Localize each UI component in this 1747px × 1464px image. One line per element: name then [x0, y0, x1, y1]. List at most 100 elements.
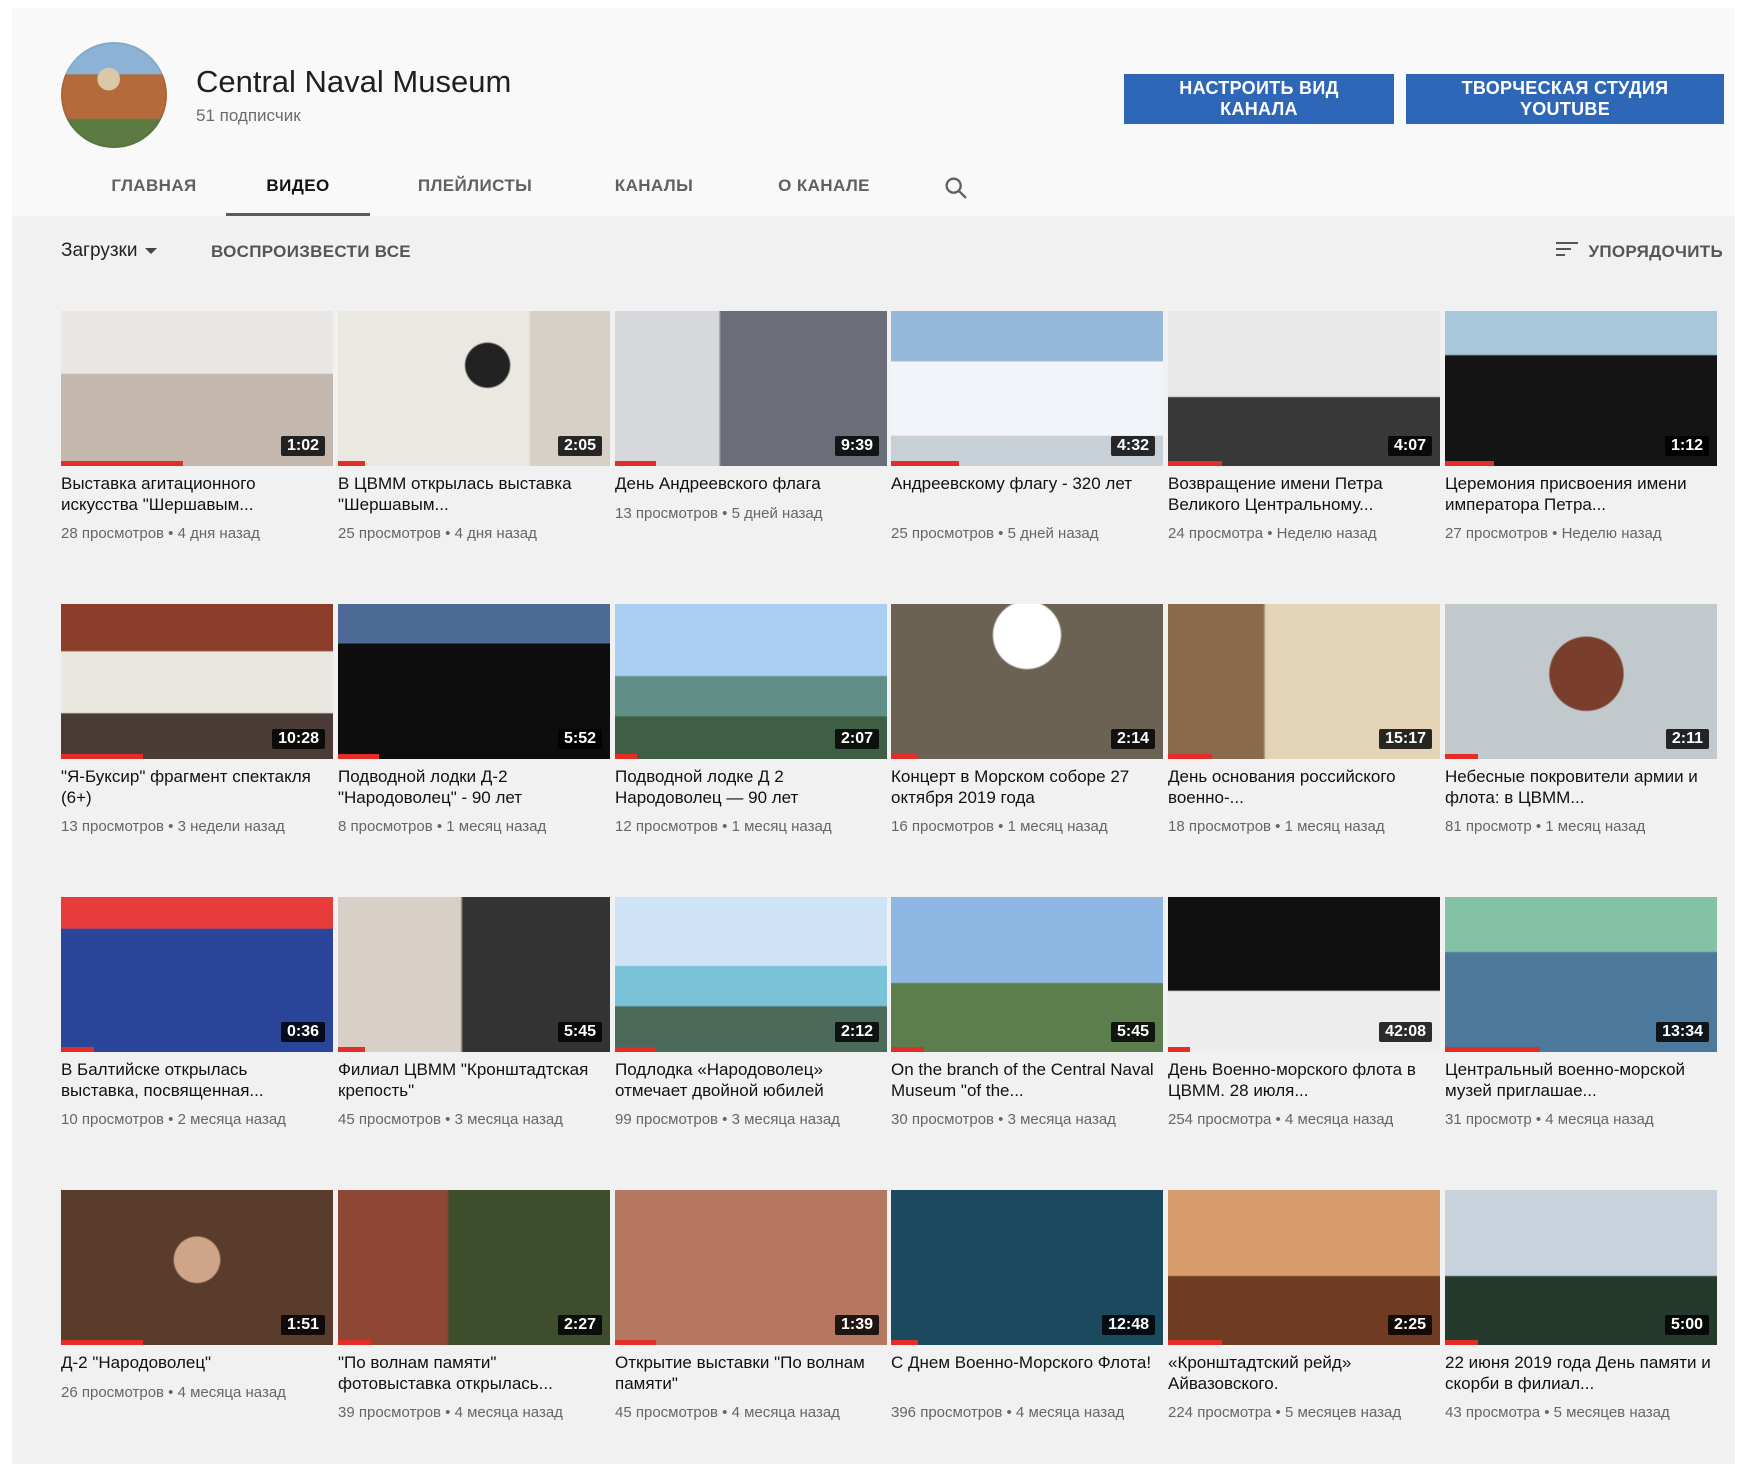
video-card[interactable]: 12:48 С Днем Военно-Морского Флота! 396 …	[891, 1190, 1163, 1440]
video-thumbnail[interactable]: 4:07	[1168, 311, 1440, 466]
tab-videos[interactable]: ВИДЕО	[226, 158, 370, 216]
video-card[interactable]: 5:45 Филиал ЦВММ "Кронштадтская крепость…	[338, 897, 610, 1147]
video-card[interactable]: 1:39 Открытие выставки "По волнам памяти…	[615, 1190, 887, 1440]
video-thumbnail[interactable]: 4:32	[891, 311, 1163, 466]
video-thumbnail[interactable]: 2:25	[1168, 1190, 1440, 1345]
video-meta: 10 просмотров • 2 месяца назад	[61, 1111, 286, 1128]
video-duration: 13:34	[1656, 1022, 1709, 1042]
video-duration: 5:52	[557, 729, 602, 749]
video-card[interactable]: 5:00 22 июня 2019 года День памяти и ско…	[1445, 1190, 1717, 1440]
video-thumbnail[interactable]: 0:36	[61, 897, 333, 1052]
video-title[interactable]: On the branch of the Central Naval Museu…	[891, 1059, 1159, 1101]
video-thumbnail[interactable]: 42:08	[1168, 897, 1440, 1052]
video-title[interactable]: Центральный военно-морской музей приглаш…	[1445, 1059, 1713, 1101]
video-thumbnail[interactable]: 10:28	[61, 604, 333, 759]
video-card[interactable]: 15:17 День основания российского военно-…	[1168, 604, 1440, 854]
tab-home[interactable]: ГЛАВНАЯ	[102, 158, 206, 214]
video-title[interactable]: "По волнам памяти" фотовыставка открылас…	[338, 1352, 606, 1394]
watch-progress	[1168, 1047, 1190, 1052]
channel-title: Central Naval Museum	[196, 64, 512, 99]
video-title[interactable]: В Балтийске открылась выставка, посвящен…	[61, 1059, 329, 1101]
video-card[interactable]: 5:45 On the branch of the Central Naval …	[891, 897, 1163, 1147]
play-all-button[interactable]: ВОСПРОИЗВЕСТИ ВСЕ	[211, 242, 411, 262]
video-title[interactable]: "Я-Буксир" фрагмент спектакля (6+)	[61, 766, 329, 808]
video-thumbnail[interactable]: 5:45	[891, 897, 1163, 1052]
video-title[interactable]: Концерт в Морском соборе 27 октября 2019…	[891, 766, 1159, 808]
video-card[interactable]: 1:12 Церемония присвоения имени императо…	[1445, 311, 1717, 561]
sort-icon	[1556, 240, 1579, 263]
video-card[interactable]: 2:14 Концерт в Морском соборе 27 октября…	[891, 604, 1163, 854]
uploads-dropdown[interactable]: Загрузки	[61, 240, 158, 262]
video-card[interactable]: 2:27 "По волнам памяти" фотовыставка отк…	[338, 1190, 610, 1440]
video-thumbnail[interactable]: 1:02	[61, 311, 333, 466]
video-title[interactable]: День Андреевского флага	[615, 473, 883, 494]
video-thumbnail[interactable]: 2:05	[338, 311, 610, 466]
video-title[interactable]: С Днем Военно-Морского Флота!	[891, 1352, 1159, 1373]
video-duration: 5:45	[557, 1022, 602, 1042]
video-card[interactable]: 2:12 Подлодка «Народоволец» отмечает дво…	[615, 897, 887, 1147]
video-title[interactable]: Подводной лодке Д 2 Народоволец — 90 лет	[615, 766, 883, 808]
video-thumbnail[interactable]: 1:51	[61, 1190, 333, 1345]
video-title[interactable]: В ЦВММ открылась выставка "Шершавым...	[338, 473, 606, 515]
video-title[interactable]: Подводной лодки Д-2 "Народоволец" - 90 л…	[338, 766, 606, 808]
tab-about[interactable]: О КАНАЛЕ	[766, 158, 882, 214]
video-title[interactable]: Небесные покровители армии и флота: в ЦВ…	[1445, 766, 1713, 808]
video-thumbnail[interactable]: 1:12	[1445, 311, 1717, 466]
video-card[interactable]: 4:32 Андреевскому флагу - 320 лет 25 про…	[891, 311, 1163, 561]
video-card[interactable]: 5:52 Подводной лодки Д-2 "Народоволец" -…	[338, 604, 610, 854]
video-card[interactable]: 2:11 Небесные покровители армии и флота:…	[1445, 604, 1717, 854]
video-title[interactable]: «Кронштадтский рейд» Айвазовского.	[1168, 1352, 1436, 1394]
video-duration: 15:17	[1379, 729, 1432, 749]
video-thumbnail[interactable]: 2:14	[891, 604, 1163, 759]
video-title[interactable]: Выставка агитационного искусства "Шершав…	[61, 473, 329, 515]
video-title[interactable]: Церемония присвоения имени императора Пе…	[1445, 473, 1713, 515]
video-thumbnail[interactable]: 13:34	[1445, 897, 1717, 1052]
video-card[interactable]: 42:08 День Военно-морского флота в ЦВММ.…	[1168, 897, 1440, 1147]
video-duration: 1:51	[280, 1315, 325, 1335]
video-card[interactable]: 4:07 Возвращение имени Петра Великого Це…	[1168, 311, 1440, 561]
video-title[interactable]: 22 июня 2019 года День памяти и скорби в…	[1445, 1352, 1713, 1394]
video-duration: 5:45	[1110, 1022, 1155, 1042]
watch-progress	[1168, 1340, 1223, 1345]
video-card[interactable]: 2:07 Подводной лодке Д 2 Народоволец — 9…	[615, 604, 887, 854]
video-card[interactable]: 13:34 Центральный военно-морской музей п…	[1445, 897, 1717, 1147]
video-title[interactable]: Подлодка «Народоволец» отмечает двойной …	[615, 1059, 883, 1101]
watch-progress	[61, 754, 143, 759]
tab-playlists[interactable]: ПЛЕЙЛИСТЫ	[409, 158, 541, 214]
video-thumbnail[interactable]: 5:52	[338, 604, 610, 759]
watch-progress	[338, 1047, 366, 1052]
video-thumbnail[interactable]: 2:11	[1445, 604, 1717, 759]
watch-progress	[1168, 754, 1212, 759]
video-title[interactable]: Д-2 "Народоволец"	[61, 1352, 329, 1373]
video-thumbnail[interactable]: 12:48	[891, 1190, 1163, 1345]
video-thumbnail[interactable]: 2:27	[338, 1190, 610, 1345]
video-title[interactable]: День основания российского военно-...	[1168, 766, 1436, 808]
video-thumbnail[interactable]: 15:17	[1168, 604, 1440, 759]
video-meta: 27 просмотров • Неделю назад	[1445, 525, 1662, 542]
video-title[interactable]: Филиал ЦВММ "Кронштадтская крепость"	[338, 1059, 606, 1101]
watch-progress	[891, 461, 959, 466]
video-title[interactable]: Андреевскому флагу - 320 лет	[891, 473, 1159, 494]
search-icon[interactable]	[942, 174, 970, 202]
video-title[interactable]: Открытие выставки "По волнам памяти"	[615, 1352, 883, 1394]
video-card[interactable]: 0:36 В Балтийске открылась выставка, пос…	[61, 897, 333, 1147]
channel-avatar[interactable]	[61, 42, 167, 148]
video-thumbnail[interactable]: 1:39	[615, 1190, 887, 1345]
video-card[interactable]: 10:28 "Я-Буксир" фрагмент спектакля (6+)…	[61, 604, 333, 854]
video-thumbnail[interactable]: 5:45	[338, 897, 610, 1052]
video-thumbnail[interactable]: 2:12	[615, 897, 887, 1052]
video-thumbnail[interactable]: 2:07	[615, 604, 887, 759]
video-title[interactable]: Возвращение имени Петра Великого Централ…	[1168, 473, 1436, 515]
video-thumbnail[interactable]: 9:39	[615, 311, 887, 466]
video-title[interactable]: День Военно-морского флота в ЦВММ. 28 ию…	[1168, 1059, 1436, 1101]
video-card[interactable]: 1:02 Выставка агитационного искусства "Ш…	[61, 311, 333, 561]
tab-channels[interactable]: КАНАЛЫ	[602, 158, 706, 214]
video-card[interactable]: 9:39 День Андреевского флага 13 просмотр…	[615, 311, 887, 561]
youtube-studio-button[interactable]: ТВОРЧЕСКАЯ СТУДИЯ YOUTUBE	[1406, 74, 1724, 124]
customize-channel-button[interactable]: НАСТРОИТЬ ВИД КАНАЛА	[1124, 74, 1394, 124]
video-card[interactable]: 2:05 В ЦВММ открылась выставка "Шершавым…	[338, 311, 610, 561]
sort-button[interactable]: УПОРЯДОЧИТЬ	[1556, 240, 1723, 263]
video-card[interactable]: 1:51 Д-2 "Народоволец" 26 просмотров • 4…	[61, 1190, 333, 1440]
video-card[interactable]: 2:25 «Кронштадтский рейд» Айвазовского. …	[1168, 1190, 1440, 1440]
video-thumbnail[interactable]: 5:00	[1445, 1190, 1717, 1345]
